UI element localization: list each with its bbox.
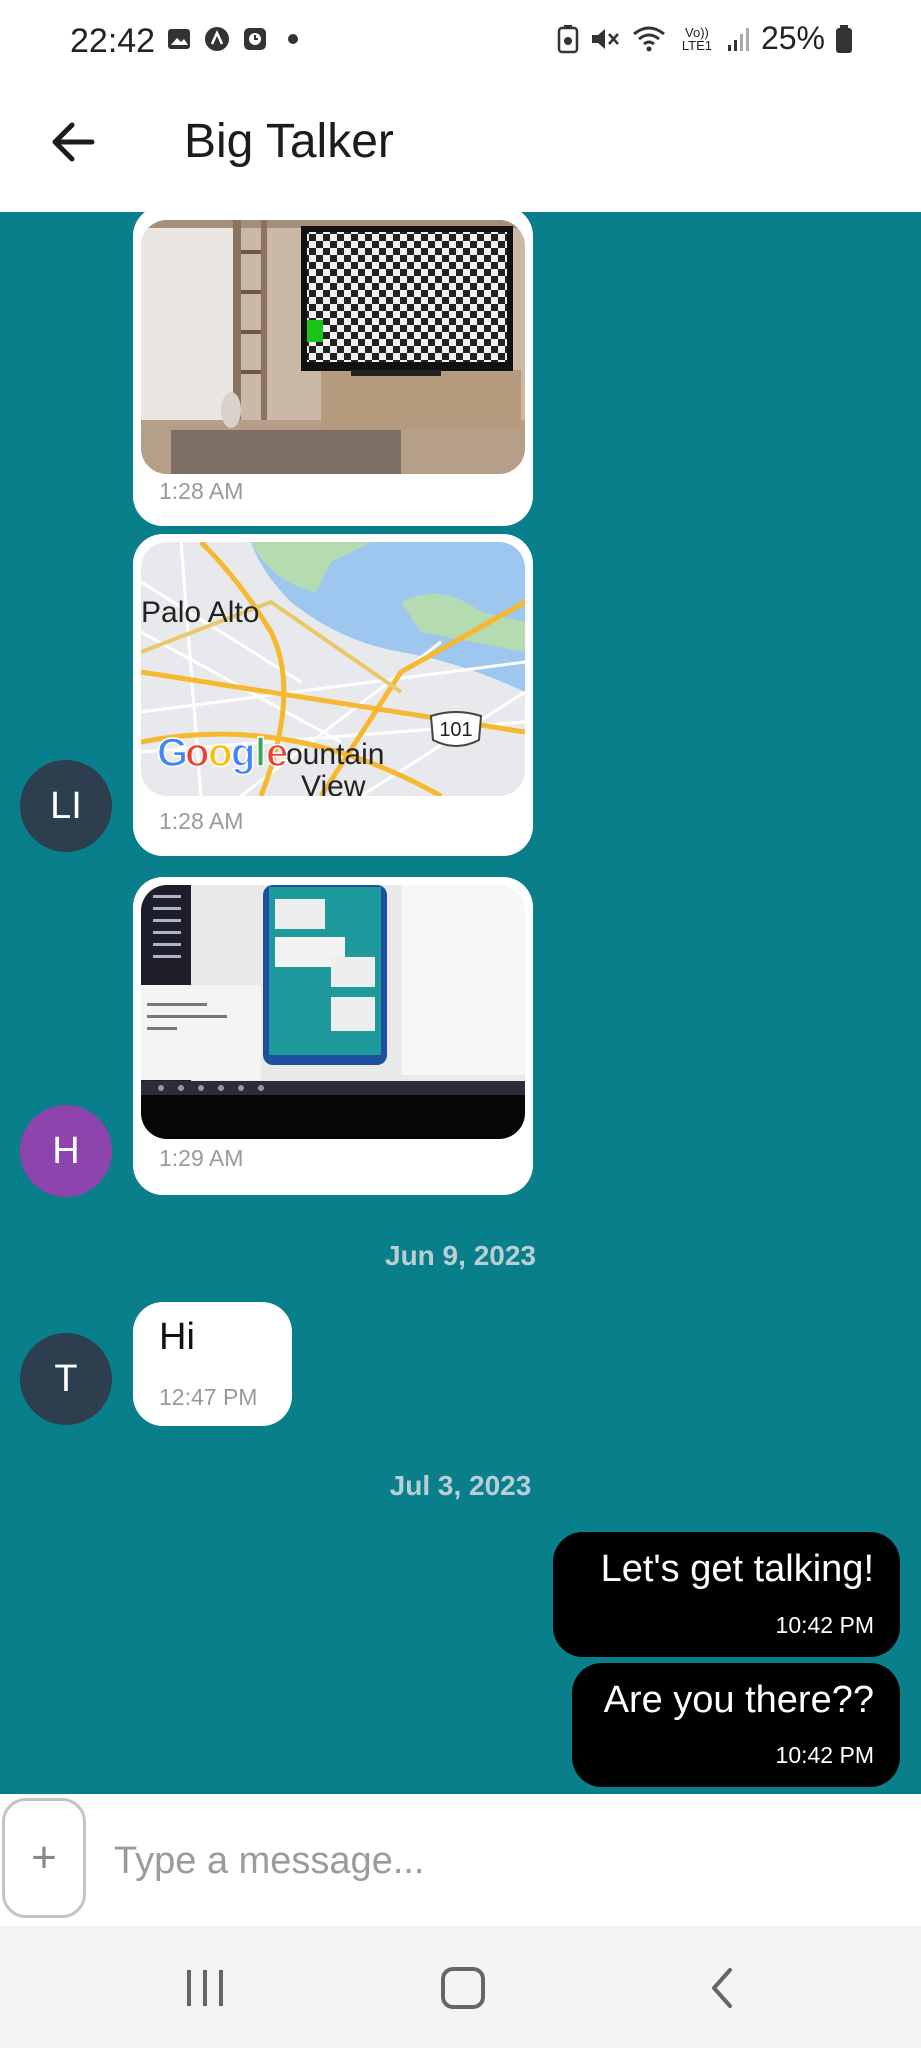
wifi-icon: [633, 26, 665, 51]
map-label-view: View: [301, 770, 366, 796]
gallery-icon: [168, 29, 190, 49]
message-time: 1:29 AM: [159, 1145, 244, 1171]
recents-icon[interactable]: [180, 1966, 230, 2010]
back-nav-icon[interactable]: [698, 1966, 748, 2010]
room-photo-image[interactable]: [141, 220, 525, 474]
battery-percent: 25%: [760, 20, 825, 56]
status-time: 22:42: [70, 22, 156, 60]
google-logo: G o o g l e: [156, 730, 289, 776]
avatar-t[interactable]: T: [20, 1333, 112, 1425]
message-text: Are you there??: [603, 1679, 874, 1721]
svg-text:o: o: [208, 731, 232, 775]
outgoing-message-bubble[interactable]: Are you there?? 10:42 PM: [572, 1663, 900, 1787]
screen-photo: [141, 885, 525, 1139]
svg-text:l: l: [255, 731, 266, 775]
notification-dot-icon: [288, 34, 298, 44]
location-message-bubble[interactable]: Palo Alto 101 ountain View G o o g l e 1…: [133, 534, 533, 856]
map-label-mountain: ountain: [286, 738, 384, 771]
message-text: Hi: [159, 1316, 195, 1358]
home-icon[interactable]: [438, 1966, 488, 2010]
chat-area[interactable]: 1:28 AM Palo Alto 101 ountain View G o o…: [0, 212, 921, 1794]
message-time: 1:28 AM: [159, 808, 244, 834]
date-separator: Jun 9, 2023: [385, 1240, 536, 1271]
message-input[interactable]: [112, 1822, 896, 1900]
message-time: 10:42 PM: [775, 1742, 874, 1768]
battery-icon: [836, 24, 852, 53]
map-image[interactable]: Palo Alto 101 ountain View G o o g l e: [141, 542, 525, 796]
message-composer: +: [0, 1794, 921, 1926]
message-time: 10:42 PM: [775, 1612, 874, 1638]
map-label-palo-alto: Palo Alto: [141, 596, 259, 629]
clock-icon: [244, 28, 266, 50]
message-time: 1:28 AM: [159, 478, 244, 504]
svg-text:g: g: [231, 731, 255, 775]
app-header: Big Talker: [0, 84, 921, 212]
image-message-bubble[interactable]: 1:28 AM: [133, 212, 533, 526]
app-icon: [205, 27, 229, 51]
signal-icon: [727, 27, 749, 51]
text-message-bubble[interactable]: Hi 12:47 PM: [133, 1302, 292, 1426]
avatar-li[interactable]: LI: [20, 760, 112, 852]
date-separator: Jul 3, 2023: [389, 1470, 532, 1501]
chat-title: Big Talker: [184, 115, 394, 168]
route-101-shield: 101: [429, 711, 483, 747]
status-system-icons: Vo)) LTE1 25%: [557, 20, 853, 57]
system-navigation-bar: [0, 1926, 921, 2048]
message-text: Let's get talking!: [600, 1548, 874, 1590]
route-number: 101: [439, 719, 472, 741]
svg-text:e: e: [266, 731, 288, 775]
message-time: 12:47 PM: [159, 1384, 258, 1410]
svg-text:o: o: [185, 731, 209, 775]
screen-photo-image[interactable]: [141, 885, 525, 1139]
room-photo: [141, 220, 525, 474]
status-bar: 22:42 Vo)) LTE1 25%: [0, 0, 921, 84]
image-message-bubble[interactable]: 1:29 AM: [133, 877, 533, 1195]
battery-saver-icon: [557, 24, 579, 53]
status-notification-icons: [166, 26, 306, 52]
plus-icon: +: [31, 1833, 57, 1882]
outgoing-message-bubble[interactable]: Let's get talking! 10:42 PM: [553, 1532, 900, 1657]
avatar-h[interactable]: H: [20, 1105, 112, 1197]
svg-text:G: G: [157, 731, 188, 775]
network-label: Vo)) LTE1: [681, 24, 712, 53]
back-button[interactable]: [44, 112, 104, 172]
back-arrow-icon: [52, 122, 95, 162]
map-view: Palo Alto 101 ountain View G o o g l e: [141, 542, 525, 796]
mute-icon: [591, 28, 619, 49]
attach-button[interactable]: +: [2, 1798, 86, 1918]
